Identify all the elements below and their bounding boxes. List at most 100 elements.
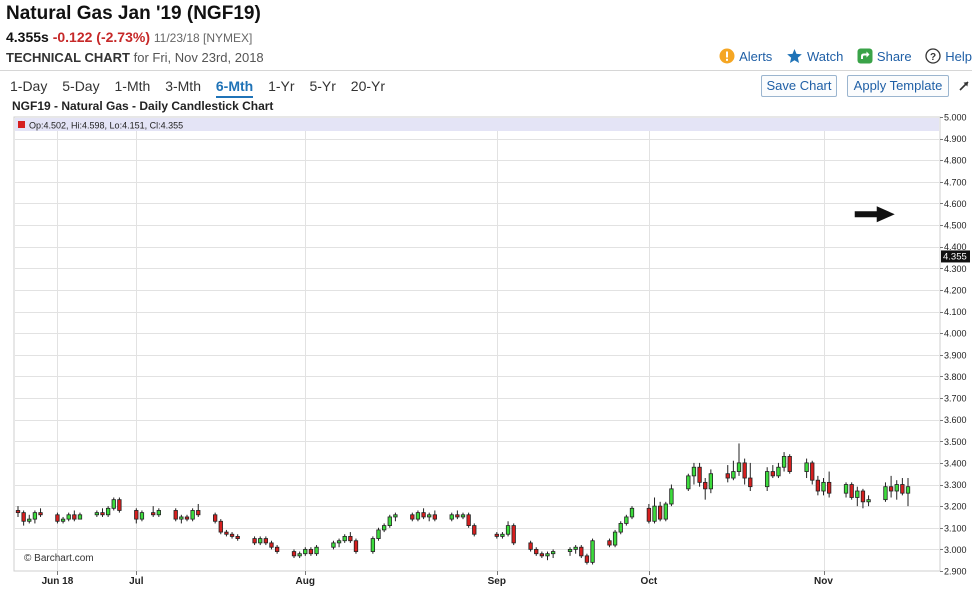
candle (787, 454, 792, 474)
candle-body (55, 514, 60, 522)
candle-body (545, 553, 550, 557)
candle-body (590, 540, 595, 563)
candle-body (607, 540, 612, 546)
info-line: Op:4.502, Hi:4.598, Lo:4.151, Cl:4.355 (29, 121, 183, 131)
candle-body (291, 551, 297, 557)
x-tick-label: Jul (129, 576, 144, 587)
y-tick-label: 3.600 (944, 415, 967, 425)
y-tick-label: 2.900 (944, 567, 967, 577)
candle (579, 545, 584, 559)
x-tick-label: Aug (296, 576, 315, 587)
candle-body (584, 555, 590, 563)
candle (218, 519, 223, 535)
candle-body (348, 536, 353, 542)
x-axis: Jun 18 Jul Aug Sep Oct Nov (42, 571, 833, 587)
candle-body (652, 505, 657, 522)
candle-body (748, 477, 753, 488)
candle-body (370, 538, 376, 552)
candle-body (151, 512, 156, 516)
candle-body (393, 514, 398, 518)
candle-body (32, 512, 38, 520)
candle-body (387, 516, 392, 527)
candle-body (703, 481, 708, 490)
candle-body (686, 475, 691, 490)
candle-body (213, 514, 218, 522)
y-tick-label: 3.000 (944, 545, 967, 555)
candle-body (534, 548, 539, 555)
y-tick-label: 3.200 (944, 502, 967, 512)
candle-body (432, 514, 437, 520)
copyright: © Barchart.com (24, 553, 94, 564)
candle-body (15, 510, 21, 514)
candle-body (331, 542, 336, 548)
y-tick-label: 4.700 (944, 177, 967, 187)
candle-body (505, 525, 511, 535)
candle-body (736, 462, 742, 472)
candle-body (156, 510, 161, 516)
candle (590, 538, 595, 565)
candle-body (190, 510, 195, 520)
info-swatch (18, 121, 25, 128)
candle-body (494, 533, 499, 537)
candle-body (314, 546, 319, 555)
candle-body (229, 533, 235, 537)
candle-body (466, 514, 471, 526)
candle-body (269, 542, 274, 548)
candle-body (855, 490, 860, 498)
candle-body (787, 456, 792, 472)
candle-body (184, 516, 190, 520)
candle-body (905, 486, 911, 494)
candle-body (381, 525, 387, 531)
candle-body (410, 514, 415, 520)
candle (663, 501, 668, 522)
candle-body (781, 456, 787, 468)
x-tick-label: Jun 18 (42, 576, 74, 587)
candle (117, 497, 122, 513)
candle-body (21, 512, 26, 522)
x-tick-label: Oct (641, 576, 658, 587)
candle-body (843, 484, 849, 494)
last-price-label: 4.355 (943, 252, 967, 263)
candle-body (111, 499, 116, 509)
y-tick-label: 3.300 (944, 480, 967, 490)
candle-body (500, 533, 505, 537)
candle-body (252, 538, 257, 544)
y-tick-label: 3.900 (944, 350, 967, 360)
candle (466, 512, 471, 528)
candle (376, 527, 381, 541)
candle (472, 523, 477, 537)
y-tick-label: 4.000 (944, 329, 967, 339)
candle-body (258, 538, 263, 544)
candle-body (826, 481, 832, 494)
candle-body (804, 462, 809, 472)
plot-area (13, 116, 941, 572)
y-tick-label: 4.900 (944, 134, 967, 144)
candle-body (573, 546, 578, 550)
candle-body (179, 516, 184, 520)
candle (190, 508, 195, 522)
candle-body (421, 512, 426, 518)
candle-body (883, 486, 888, 501)
candle-body (658, 505, 663, 520)
y-tick-label: 4.300 (944, 264, 967, 274)
last-price-marker: 4.355 (941, 250, 970, 263)
candle-body (765, 471, 770, 488)
candle (353, 538, 359, 554)
candle-body (77, 514, 83, 520)
y-tick-label: 3.100 (944, 523, 967, 533)
candle-body (27, 518, 32, 522)
candle-body (117, 499, 122, 511)
candle-body (336, 540, 342, 544)
candle (686, 473, 691, 492)
candle-body (725, 473, 730, 479)
candle (387, 514, 392, 528)
candle-body (173, 510, 178, 520)
candle-body (624, 516, 629, 524)
candle-body (308, 548, 314, 555)
candle-body (274, 546, 280, 552)
y-tick-label: 5.000 (944, 113, 967, 123)
candle-body (539, 553, 545, 557)
candle (173, 508, 178, 522)
candle-body (815, 479, 821, 492)
candle-body (567, 548, 573, 552)
